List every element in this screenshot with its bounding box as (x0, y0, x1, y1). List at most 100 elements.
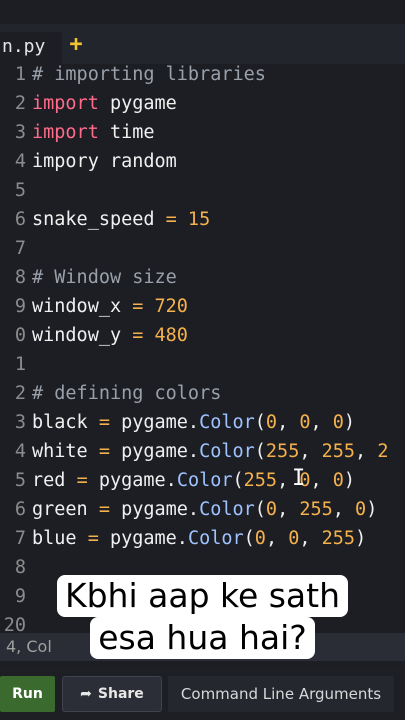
line-number: 1 (14, 64, 26, 85)
code-text: impory random (32, 147, 177, 176)
add-tab-icon[interactable]: + (64, 32, 88, 62)
code-token: 0 (332, 412, 344, 433)
code-text: black = pygame.Color(0, 0, 0) (32, 408, 355, 437)
line-number: 7 (14, 528, 26, 549)
code-token: # importing libraries (32, 64, 266, 85)
bottom-toolbar: Run ➦ Share Command Line Arguments (0, 668, 405, 720)
code-token: ( (254, 412, 266, 433)
code-line[interactable]: 6 snake_speed = 15 (0, 205, 405, 234)
code-token: 255 (243, 470, 278, 491)
code-token: 0 (332, 470, 344, 491)
code-text: blue = pygame.Color(0, 0, 255) (32, 524, 366, 553)
code-text: import time (32, 118, 155, 147)
line-number: 4 (14, 151, 26, 172)
code-text: import pygame (32, 89, 177, 118)
code-token: time (98, 122, 155, 143)
code-token: # defining colors (32, 383, 222, 404)
code-line[interactable]: 0 window_y = 480 (0, 321, 405, 350)
line-number: 2 (14, 383, 26, 404)
code-token: pygame (98, 93, 177, 114)
code-line[interactable]: 3 import time (0, 118, 405, 147)
code-editor[interactable]: 1 # importing libraries 2 import pygame 3 imp… (0, 60, 405, 640)
code-token: 0 (288, 528, 300, 549)
code-token: Color (187, 528, 244, 549)
code-token: snake_speed (32, 209, 166, 230)
code-token: import (32, 93, 99, 114)
code-token: = (98, 499, 110, 520)
code-text: window_x = 720 (32, 292, 188, 321)
code-line[interactable]: 2 # defining colors (0, 379, 405, 408)
code-token: ( (243, 528, 255, 549)
code-token: 255 (321, 441, 356, 462)
line-number: 9 (14, 296, 26, 317)
code-token: , (299, 441, 322, 462)
code-line[interactable]: 2 import pygame (0, 89, 405, 118)
code-line[interactable]: 1 (0, 350, 405, 379)
line-number: 5 (14, 180, 26, 201)
code-line[interactable]: 4 white = pygame.Color(255, 255, 2 (0, 437, 405, 466)
code-line[interactable]: 5 red = pygame.Color(255, 0, 0) (0, 466, 405, 495)
code-token: Color (199, 441, 255, 462)
code-token: pygame. (109, 499, 200, 520)
code-text: # Window size (32, 263, 177, 292)
code-token: ) (355, 528, 367, 549)
code-line[interactable]: 8 # Window size (0, 263, 405, 292)
code-token: 255 (299, 499, 333, 520)
code-token: , (299, 528, 322, 549)
code-line[interactable]: 4 impory random (0, 147, 405, 176)
code-line[interactable]: 5 (0, 176, 405, 205)
code-token: , (265, 528, 289, 549)
code-text: snake_speed = 15 (32, 205, 210, 234)
caption-line-2: esa hua hai? (90, 617, 315, 659)
code-token: red (32, 470, 77, 491)
share-button-label: Share (97, 686, 144, 702)
run-button-label: Run (12, 686, 43, 702)
code-token: Color (199, 412, 255, 433)
code-token: , (310, 412, 333, 433)
code-text: white = pygame.Color(255, 255, 2 (32, 437, 388, 466)
line-number: 7 (14, 238, 26, 259)
code-token: 720 (143, 296, 188, 317)
code-token: green (32, 499, 99, 520)
code-line[interactable]: 7 blue = pygame.Color(0, 0, 255) (0, 524, 405, 553)
line-number: 4 (14, 441, 26, 462)
line-number: 9 (14, 586, 26, 607)
code-token: Color (176, 470, 233, 491)
code-token: , (277, 499, 300, 520)
code-token: 0 (265, 412, 278, 433)
line-number: 5 (14, 470, 26, 491)
code-token: ( (254, 499, 266, 520)
code-line[interactable]: 3 black = pygame.Color(0, 0, 0) (0, 408, 405, 437)
share-button[interactable]: ➦ Share (62, 676, 162, 712)
code-token: ) (343, 470, 356, 491)
code-token: 480 (143, 325, 188, 346)
code-token: , (310, 470, 333, 491)
code-token: = (98, 412, 110, 433)
code-token: = (76, 470, 88, 491)
code-token: window_y (32, 325, 133, 346)
line-number: 6 (14, 499, 26, 520)
line-number: 0 (14, 325, 26, 346)
code-line[interactable]: 7 (0, 234, 405, 263)
code-token: = (98, 441, 110, 462)
line-number: 6 (14, 209, 26, 230)
line-number: 3 (14, 412, 26, 433)
run-button[interactable]: Run (0, 676, 55, 712)
video-caption: Kbhi aap ke sath esa hua hai? (30, 575, 375, 659)
code-token: 15 (176, 209, 211, 230)
code-token: blue (32, 528, 88, 549)
code-token: 2 (377, 441, 389, 462)
code-token: pygame. (109, 412, 200, 433)
command-line-arguments-button[interactable]: Command Line Arguments (168, 676, 394, 712)
line-number: 8 (14, 267, 26, 288)
code-token: 0 (355, 499, 367, 520)
code-text: window_y = 480 (32, 321, 188, 350)
code-line[interactable]: 9 window_x = 720 (0, 292, 405, 321)
code-line[interactable]: 1 # importing libraries (0, 60, 405, 89)
code-token: ) (366, 499, 378, 520)
code-token: window_x (32, 296, 133, 317)
code-line[interactable]: 6 green = pygame.Color(0, 255, 0) (0, 495, 405, 524)
code-token: = (132, 325, 144, 346)
line-number: 3 (14, 122, 26, 143)
code-token: ) (343, 412, 356, 433)
